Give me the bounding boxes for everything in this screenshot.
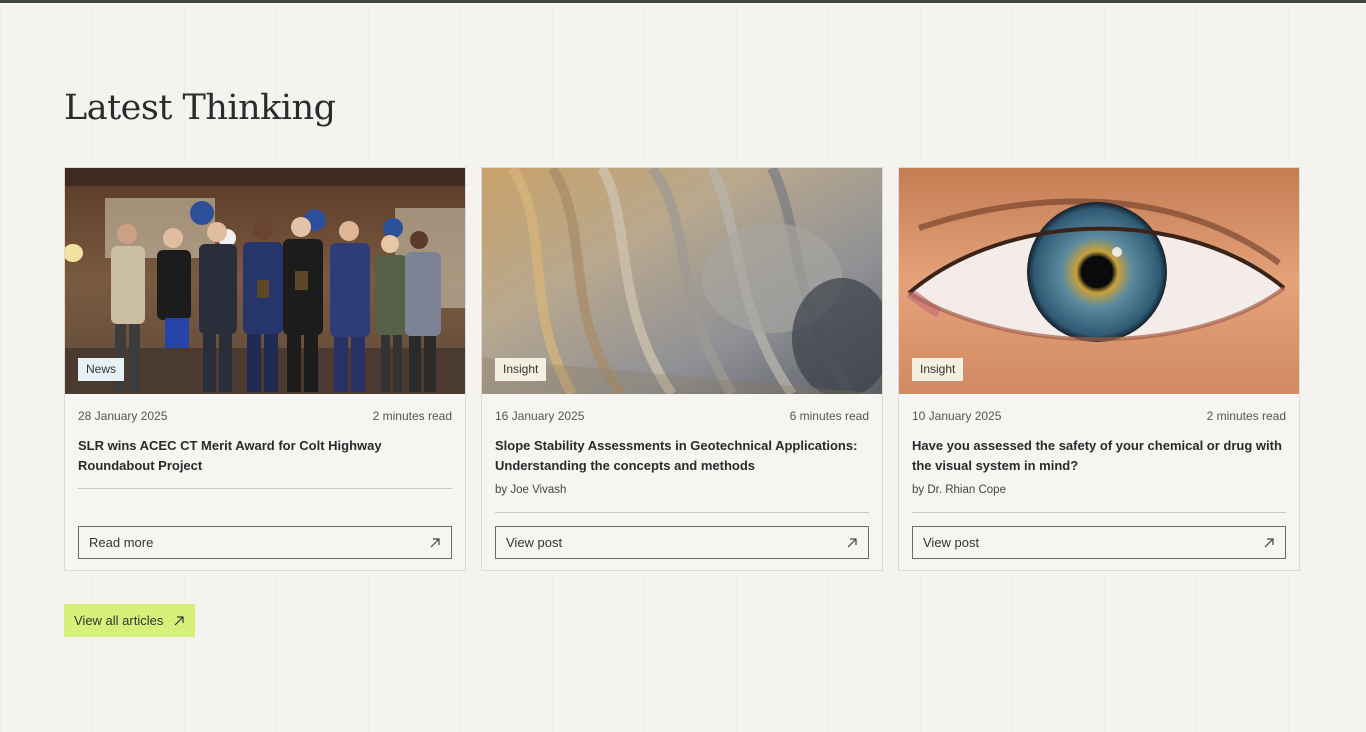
publish-date: 28 January 2025 [78, 409, 168, 423]
button-label: Read more [89, 535, 154, 550]
read-time: 2 minutes read [1206, 409, 1286, 423]
publish-date: 16 January 2025 [495, 409, 585, 423]
card-title[interactable]: Have you assessed the safety of your che… [912, 436, 1286, 476]
category-tag: Insight [912, 358, 964, 381]
read-more-button[interactable]: Read more [78, 526, 452, 559]
read-time: 2 minutes read [372, 409, 452, 423]
button-label: View post [923, 535, 980, 550]
section-title: Latest Thinking [64, 88, 336, 128]
view-post-button[interactable]: View post [912, 526, 1286, 559]
view-all-label: View all articles [74, 613, 164, 628]
view-all-articles-button[interactable]: View all articles [64, 604, 196, 637]
button-label: View post [506, 535, 563, 550]
card-title[interactable]: Slope Stability Assessments in Geotechni… [495, 436, 869, 476]
article-card[interactable]: News 28 January 2025 2 minutes read SLR … [64, 167, 466, 571]
card-meta: 10 January 2025 2 minutes read [912, 409, 1286, 423]
publish-date: 10 January 2025 [912, 409, 1002, 423]
article-card[interactable]: Insight 10 January 2025 2 minutes read H… [898, 167, 1300, 571]
arrow-up-right-icon [174, 615, 184, 625]
card-title[interactable]: SLR wins ACEC CT Merit Award for Colt Hi… [78, 436, 452, 476]
card-divider [912, 512, 1286, 513]
view-post-button[interactable]: View post [495, 526, 869, 559]
top-bar [0, 0, 1366, 3]
card-meta: 28 January 2025 2 minutes read [78, 409, 452, 423]
card-divider [495, 512, 869, 513]
category-tag: News [78, 358, 125, 381]
arrow-up-right-icon [847, 537, 857, 547]
card-image-team-award[interactable] [65, 168, 465, 394]
author: by Joe Vivash [495, 484, 567, 496]
card-meta: 16 January 2025 6 minutes read [495, 409, 869, 423]
category-tag: Insight [495, 358, 547, 381]
author: by Dr. Rhian Cope [912, 484, 1006, 496]
arrow-up-right-icon [430, 537, 440, 547]
arrow-up-right-icon [1264, 537, 1274, 547]
article-card[interactable]: Insight 16 January 2025 6 minutes read S… [481, 167, 883, 571]
card-divider [78, 488, 452, 489]
read-time: 6 minutes read [789, 409, 869, 423]
